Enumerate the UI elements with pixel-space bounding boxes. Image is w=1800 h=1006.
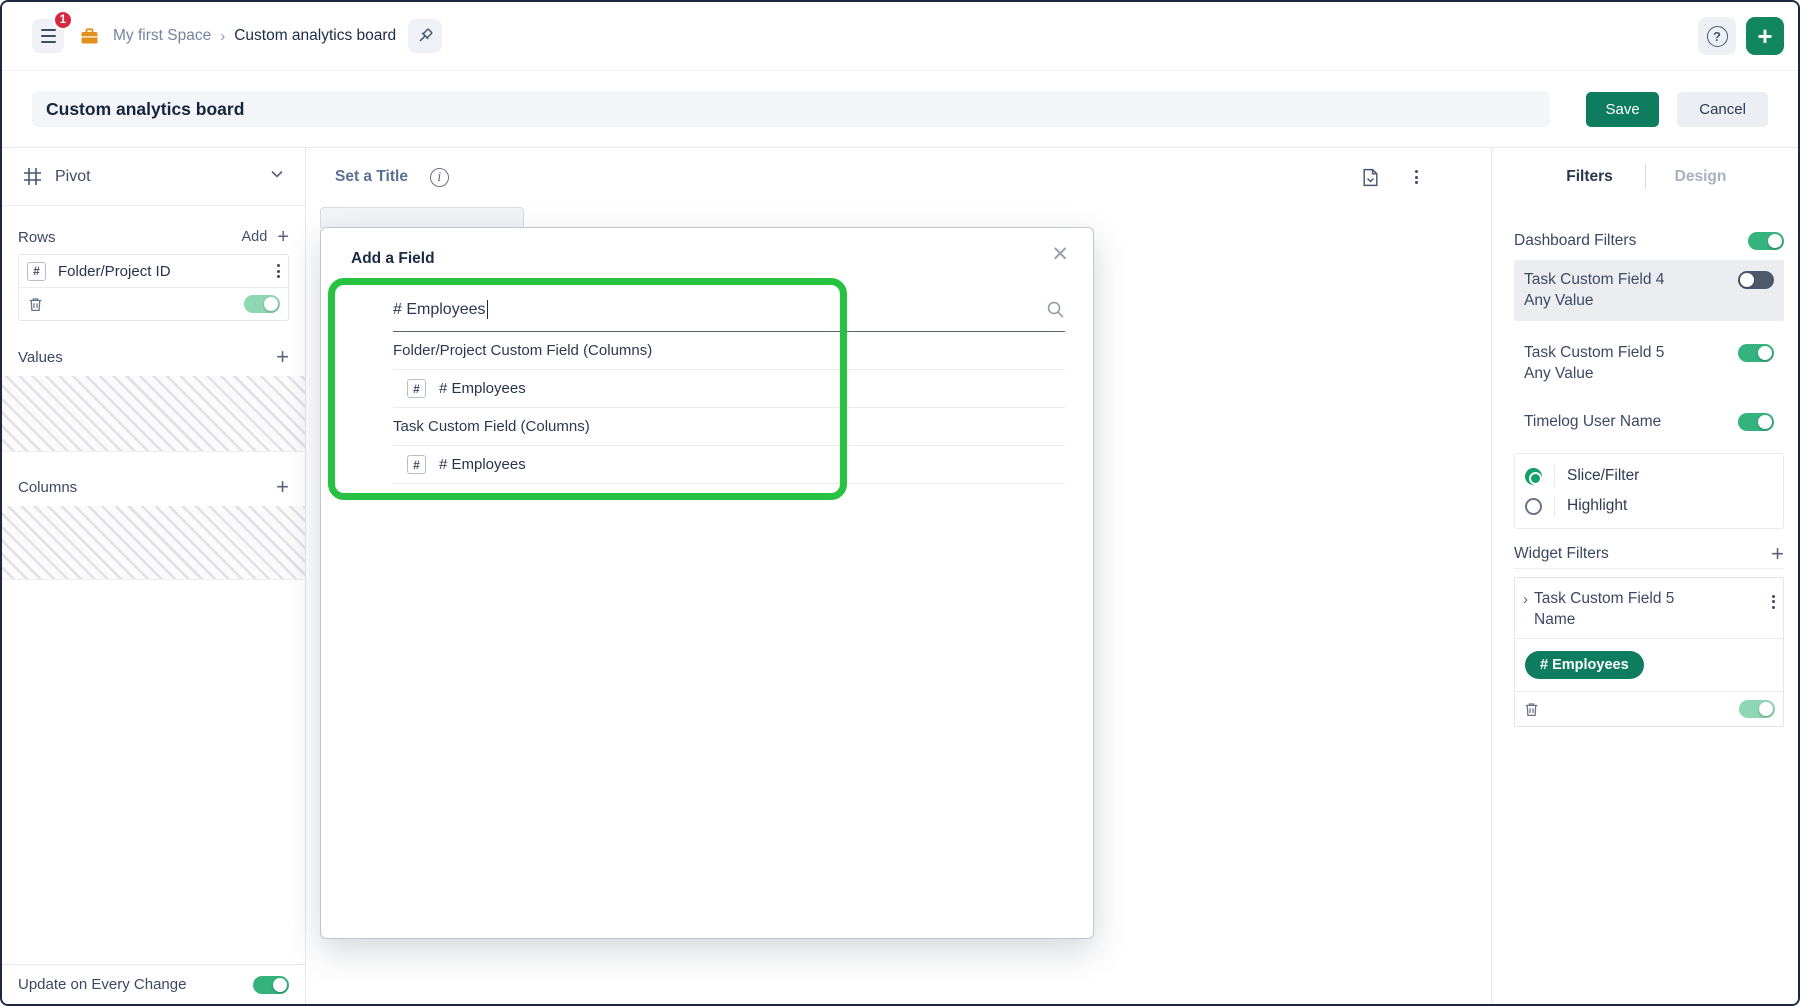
search-icon	[1046, 300, 1065, 319]
board-title-input[interactable]	[32, 91, 1550, 127]
trash-icon[interactable]	[1523, 701, 1540, 718]
field-group-header: Folder/Project Custom Field (Columns)	[393, 332, 1065, 370]
columns-drop-zone[interactable]	[2, 506, 305, 580]
rows-add-plus-icon[interactable]: +	[277, 226, 289, 249]
columns-add-button[interactable]: +	[276, 477, 289, 497]
main-menu-button[interactable]: 1	[32, 19, 64, 53]
widget-filter-values: # Employees	[1515, 639, 1783, 692]
rows-section-header: Rows Add +	[18, 224, 289, 250]
widget-filters-add-button[interactable]: +	[1771, 544, 1784, 564]
widget-type-selector[interactable]: Pivot	[2, 148, 305, 206]
briefcase-icon	[80, 27, 99, 46]
board-title-bar: Save Cancel	[2, 71, 1798, 148]
widget-menu-button[interactable]	[1415, 168, 1418, 187]
widget-filters-label: Widget Filters	[1514, 545, 1609, 563]
values-label: Values	[18, 349, 63, 366]
export-button[interactable]	[1360, 167, 1381, 188]
tab-filters[interactable]: Filters	[1535, 168, 1645, 186]
widget-header: Set a Title i	[307, 148, 1490, 206]
chevron-down-icon	[269, 166, 285, 187]
panel-tabs: Filters Design	[1492, 148, 1798, 206]
breadcrumb-page: Custom analytics board	[234, 27, 396, 45]
mode-option[interactable]: Highlight	[1525, 493, 1773, 519]
filter-toggle[interactable]	[1738, 344, 1774, 362]
filter-card[interactable]: Timelog User Name	[1514, 404, 1784, 441]
filter-card[interactable]: Task Custom Field 4 Any Value	[1514, 260, 1784, 321]
widget-filter-field[interactable]: › Task Custom Field 5 Name	[1515, 578, 1783, 639]
info-icon: i	[430, 168, 449, 187]
rows-add-button[interactable]: Add	[242, 229, 268, 245]
text-caret	[487, 300, 489, 319]
values-section-header: Values +	[18, 344, 289, 370]
dashboard-filters-row: Dashboard Filters	[1514, 232, 1784, 250]
filter-toggle[interactable]	[1738, 413, 1774, 431]
field-option[interactable]: # # Employees	[393, 370, 1065, 408]
background-tab	[320, 207, 524, 228]
topbar: 1 My first Space › Custom analytics boar…	[2, 2, 1798, 71]
search-input-value: # Employees	[393, 301, 486, 319]
pin-button[interactable]	[408, 19, 442, 53]
row-field[interactable]: # Folder/Project ID	[19, 255, 288, 288]
dashboard-filters-label: Dashboard Filters	[1514, 232, 1636, 250]
number-field-icon: #	[27, 262, 46, 281]
row-field-menu-button[interactable]	[277, 262, 280, 281]
update-on-change-toggle[interactable]	[253, 976, 289, 994]
widget-settings-panel: Pivot Rows Add + # Folder/Project ID	[2, 148, 306, 1004]
row-field-toggle[interactable]	[244, 295, 280, 313]
widget-filter-toggle[interactable]	[1739, 700, 1775, 718]
values-add-button[interactable]: +	[276, 347, 289, 367]
chevron-right-icon[interactable]: ›	[1523, 591, 1528, 608]
question-icon: ?	[1707, 26, 1728, 47]
number-field-icon: #	[407, 379, 426, 398]
dialog-title: Add a Field	[351, 250, 435, 268]
filter-card[interactable]: Task Custom Field 5 Any Value	[1514, 333, 1784, 394]
trash-icon[interactable]	[27, 296, 44, 313]
widget-type-label: Pivot	[55, 168, 91, 186]
widget-filters-header: Widget Filters +	[1514, 539, 1784, 569]
widget-filter-menu-button[interactable]	[1772, 592, 1775, 611]
field-option[interactable]: # # Employees	[393, 446, 1065, 484]
add-field-dialog: Add a Field ✕ # Employees Folder/Project…	[320, 227, 1094, 939]
mode-option[interactable]: Slice/Filter	[1525, 463, 1773, 489]
breadcrumb-space[interactable]: My first Space	[113, 27, 211, 45]
cancel-button[interactable]: Cancel	[1677, 92, 1768, 127]
update-on-change-label: Update on Every Change	[18, 976, 186, 993]
row-field-options	[19, 288, 288, 320]
tab-design[interactable]: Design	[1646, 168, 1756, 186]
values-drop-zone[interactable]	[2, 376, 305, 452]
filter-toggle[interactable]	[1738, 271, 1774, 289]
notification-badge: 1	[53, 10, 73, 30]
dashboard-filters-toggle[interactable]	[1748, 232, 1784, 250]
widget-filter-options	[1515, 692, 1783, 726]
number-field-icon: #	[407, 455, 426, 474]
columns-section-header: Columns +	[18, 474, 289, 500]
field-group-header: Task Custom Field (Columns)	[393, 408, 1065, 446]
save-button[interactable]: Save	[1586, 92, 1659, 127]
close-icon[interactable]: ✕	[1051, 242, 1069, 267]
rows-field-card: # Folder/Project ID	[18, 254, 289, 321]
update-on-change-row: Update on Every Change	[2, 964, 305, 1004]
pin-icon	[416, 27, 434, 45]
field-search-input[interactable]: # Employees	[393, 288, 1065, 332]
radio-unselected-icon[interactable]	[1525, 498, 1542, 515]
filter-mode-group: Slice/Filter Highlight	[1514, 453, 1784, 529]
breadcrumb-separator: ›	[220, 28, 225, 45]
radio-selected-icon[interactable]	[1525, 468, 1542, 485]
create-button[interactable]: +	[1746, 17, 1784, 55]
help-button[interactable]: ?	[1698, 17, 1736, 55]
rows-label: Rows	[18, 229, 56, 246]
row-field-name: Folder/Project ID	[58, 263, 171, 280]
filter-value-chip[interactable]: # Employees	[1525, 651, 1644, 679]
columns-label: Columns	[18, 479, 77, 496]
pivot-grid-icon	[22, 166, 43, 187]
widget-title-field[interactable]: Set a Title	[335, 168, 408, 186]
widget-filter-card: › Task Custom Field 5 Name # Employees	[1514, 577, 1784, 727]
app-window: 1 My first Space › Custom analytics boar…	[0, 0, 1800, 1006]
filters-panel: Filters Design Dashboard Filters Task Cu…	[1491, 148, 1798, 1004]
